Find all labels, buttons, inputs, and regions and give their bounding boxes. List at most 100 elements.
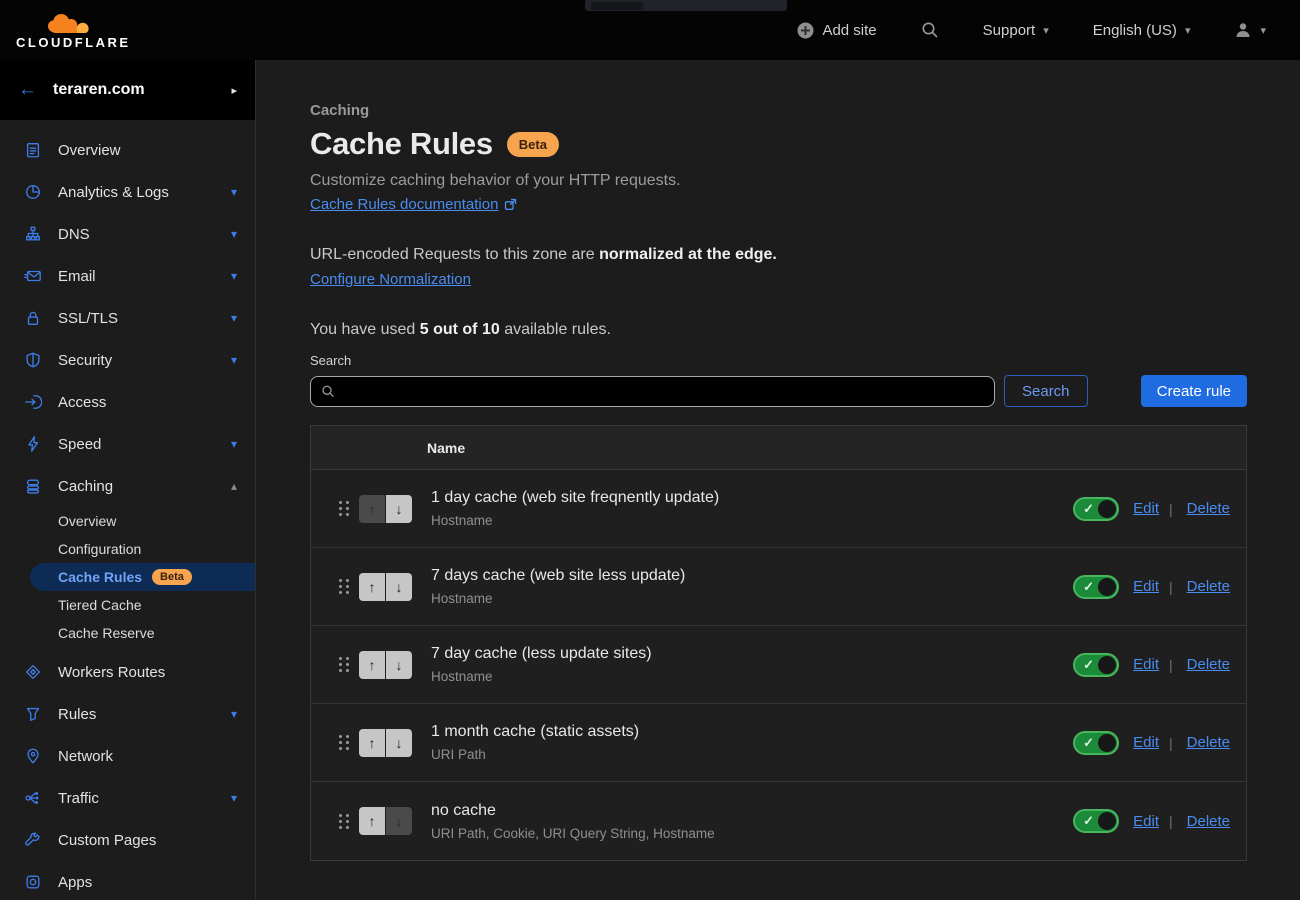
delete-link[interactable]: Delete bbox=[1187, 656, 1230, 673]
plus-circle-icon bbox=[797, 22, 814, 39]
edit-link[interactable]: Edit bbox=[1133, 813, 1159, 830]
chevron-down-icon: ▾ bbox=[1185, 24, 1191, 37]
search-button[interactable]: Search bbox=[1004, 375, 1088, 407]
sidebar-item-traffic[interactable]: Traffic ▾ bbox=[0, 777, 255, 819]
breadcrumb: Caching bbox=[310, 102, 1247, 119]
edit-link[interactable]: Edit bbox=[1133, 500, 1159, 517]
move-down-button[interactable]: ↓ bbox=[386, 573, 412, 601]
sidebar-item-custom-pages[interactable]: Custom Pages bbox=[0, 819, 255, 861]
sidebar-subitem-cache-rules[interactable]: Cache Rules Beta bbox=[30, 563, 255, 591]
sidebar-item-network[interactable]: Network bbox=[0, 735, 255, 777]
sidebar-item-speed[interactable]: Speed ▾ bbox=[0, 423, 255, 465]
drag-handle-icon[interactable] bbox=[339, 579, 349, 594]
page-description: Customize caching behavior of your HTTP … bbox=[310, 172, 1247, 190]
sidebar-item-analytics-logs[interactable]: Analytics & Logs ▾ bbox=[0, 171, 255, 213]
chevron-down-icon: ▾ bbox=[231, 269, 237, 283]
account-menu[interactable]: ▾ bbox=[1234, 21, 1266, 39]
move-down-button[interactable]: ↓ bbox=[386, 729, 412, 757]
top-bar: CLOUDFLARE Add site Support ▾ English (U… bbox=[0, 0, 1300, 60]
sidebar-item-security[interactable]: Security ▾ bbox=[0, 339, 255, 381]
sitemap-icon bbox=[24, 225, 42, 243]
search-input[interactable] bbox=[343, 383, 984, 399]
delete-link[interactable]: Delete bbox=[1187, 813, 1230, 830]
support-label: Support bbox=[983, 22, 1036, 39]
chevron-down-icon: ▾ bbox=[231, 707, 237, 721]
toggle-knob bbox=[1098, 812, 1116, 830]
chevron-down-icon: ▾ bbox=[1260, 24, 1266, 37]
lightning-icon bbox=[24, 435, 42, 453]
enable-toggle[interactable]: ✓ bbox=[1073, 809, 1119, 833]
create-rule-button[interactable]: Create rule bbox=[1141, 375, 1247, 407]
sidebar-item-rules[interactable]: Rules ▾ bbox=[0, 693, 255, 735]
topbar-actions: Add site Support ▾ English (US) ▾ ▾ bbox=[797, 21, 1300, 39]
language-label: English (US) bbox=[1093, 22, 1177, 39]
enable-toggle[interactable]: ✓ bbox=[1073, 497, 1119, 521]
check-icon: ✓ bbox=[1083, 579, 1094, 595]
drag-handle-icon[interactable] bbox=[339, 735, 349, 750]
rule-criteria: Hostname bbox=[431, 591, 685, 606]
rule-criteria: Hostname bbox=[431, 513, 719, 528]
sidebar-item-ssl-tls[interactable]: SSL/TLS ▾ bbox=[0, 297, 255, 339]
back-arrow-icon[interactable]: ← bbox=[18, 79, 37, 101]
chevron-right-icon: ▸ bbox=[231, 84, 237, 97]
sidebar-item-email[interactable]: Email ▾ bbox=[0, 255, 255, 297]
chevron-down-icon: ▾ bbox=[231, 311, 237, 325]
edit-link[interactable]: Edit bbox=[1133, 734, 1159, 751]
zone-selector[interactable]: ← teraren.com ▸ bbox=[0, 60, 255, 120]
table-header: Name bbox=[311, 426, 1246, 470]
map-pin-icon bbox=[24, 747, 42, 765]
edit-link[interactable]: Edit bbox=[1133, 578, 1159, 595]
move-up-button[interactable]: ↑ bbox=[359, 651, 385, 679]
sidebar-item-apps[interactable]: Apps bbox=[0, 861, 255, 900]
delete-link[interactable]: Delete bbox=[1187, 578, 1230, 595]
sidebar-subitem-caching-overview[interactable]: Overview bbox=[0, 507, 255, 535]
sidebar-item-workers-routes[interactable]: Workers Routes bbox=[0, 651, 255, 693]
cloudflare-logo[interactable]: CLOUDFLARE bbox=[16, 11, 131, 50]
move-down-button[interactable]: ↓ bbox=[386, 495, 412, 523]
documentation-link[interactable]: Cache Rules documentation bbox=[310, 196, 498, 213]
rule-criteria: URI Path bbox=[431, 747, 639, 762]
move-up-button[interactable]: ↑ bbox=[359, 729, 385, 757]
sidebar-item-access[interactable]: Access bbox=[0, 381, 255, 423]
enable-toggle[interactable]: ✓ bbox=[1073, 575, 1119, 599]
support-menu[interactable]: Support ▾ bbox=[983, 22, 1049, 39]
enable-toggle[interactable]: ✓ bbox=[1073, 731, 1119, 755]
drag-handle-icon[interactable] bbox=[339, 814, 349, 829]
table-row: ↑ ↓ 1 day cache (web site freqnently upd… bbox=[311, 470, 1246, 548]
check-icon: ✓ bbox=[1083, 735, 1094, 751]
edit-link[interactable]: Edit bbox=[1133, 656, 1159, 673]
move-down-button: ↓ bbox=[386, 807, 412, 835]
sidebar-subitem-tiered-cache[interactable]: Tiered Cache bbox=[0, 591, 255, 619]
enable-toggle[interactable]: ✓ bbox=[1073, 653, 1119, 677]
table-row: ↑ ↓ no cache URI Path, Cookie, URI Query… bbox=[311, 782, 1246, 860]
sidebar-item-overview[interactable]: Overview bbox=[0, 129, 255, 171]
drag-handle-icon[interactable] bbox=[339, 657, 349, 672]
check-icon: ✓ bbox=[1083, 813, 1094, 829]
toggle-knob bbox=[1098, 578, 1116, 596]
chevron-down-icon: ▾ bbox=[231, 791, 237, 805]
chevron-down-icon: ▾ bbox=[1043, 24, 1049, 37]
sidebar-subitem-cache-reserve[interactable]: Cache Reserve bbox=[0, 619, 255, 647]
sidebar-subitem-configuration[interactable]: Configuration bbox=[0, 535, 255, 563]
search-icon[interactable] bbox=[921, 21, 939, 39]
delete-link[interactable]: Delete bbox=[1187, 734, 1230, 751]
toggle-knob bbox=[1098, 500, 1116, 518]
move-up-button[interactable]: ↑ bbox=[359, 807, 385, 835]
cache-rules-table: Name ↑ ↓ 1 day cache (web site freqnentl… bbox=[310, 425, 1247, 861]
move-down-button[interactable]: ↓ bbox=[386, 651, 412, 679]
main-content: Caching Cache Rules Beta Customize cachi… bbox=[310, 60, 1247, 861]
configure-normalization-link[interactable]: Configure Normalization bbox=[310, 271, 471, 288]
search-box[interactable] bbox=[310, 376, 995, 407]
shield-icon bbox=[24, 351, 42, 369]
wrench-icon bbox=[24, 831, 42, 849]
delete-link[interactable]: Delete bbox=[1187, 500, 1230, 517]
move-up-button[interactable]: ↑ bbox=[359, 573, 385, 601]
drag-handle-icon[interactable] bbox=[339, 501, 349, 516]
rule-criteria: URI Path, Cookie, URI Query String, Host… bbox=[431, 826, 715, 841]
add-site-button[interactable]: Add site bbox=[797, 22, 876, 39]
sidebar-item-caching[interactable]: Caching ▴ bbox=[0, 465, 255, 507]
language-menu[interactable]: English (US) ▾ bbox=[1093, 22, 1191, 39]
sidebar-item-dns[interactable]: DNS ▾ bbox=[0, 213, 255, 255]
chevron-down-icon: ▾ bbox=[231, 437, 237, 451]
check-icon: ✓ bbox=[1083, 657, 1094, 673]
